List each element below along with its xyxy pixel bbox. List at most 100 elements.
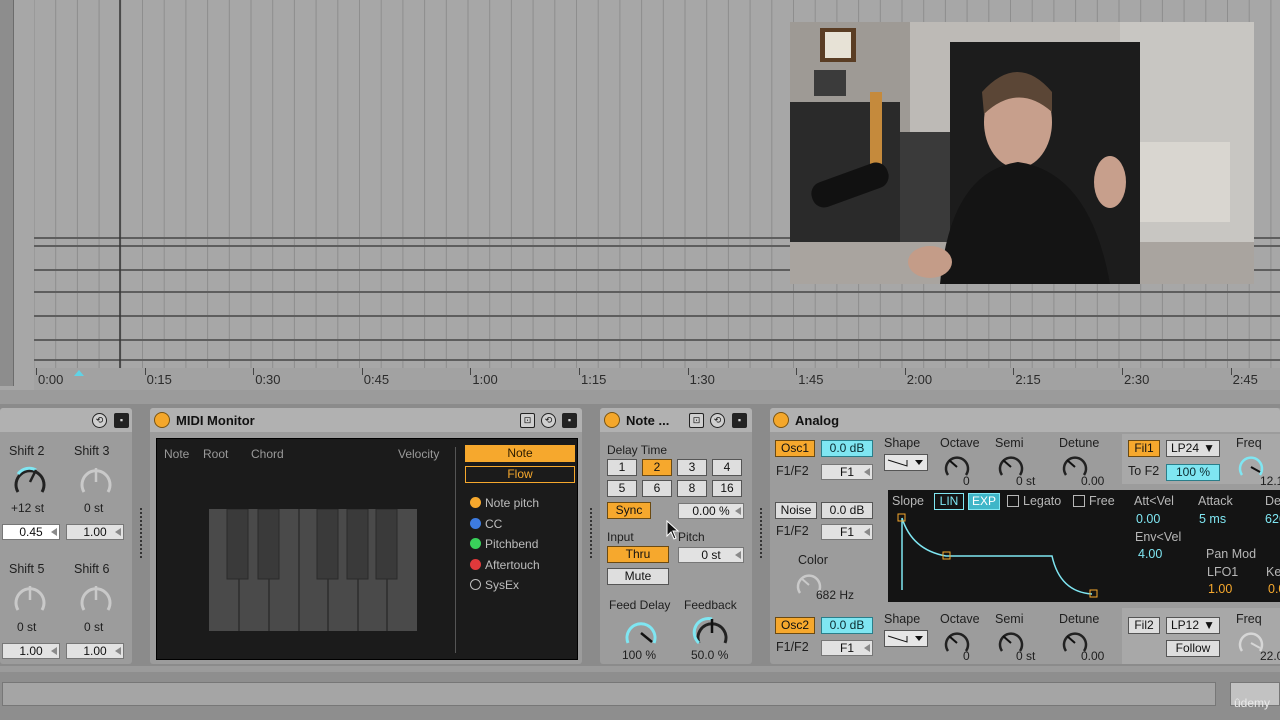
feedback-value: 50.0 % (691, 648, 729, 662)
note-pitch-dot-icon (470, 497, 481, 508)
fil2-type-dropdown[interactable]: LP12 ▼ (1166, 617, 1220, 634)
delay-5-button[interactable]: 5 (607, 480, 637, 497)
device-drag-handle[interactable] (760, 508, 763, 558)
osc2-octave-label: Octave (940, 612, 980, 626)
tab-flow[interactable]: Flow (465, 466, 575, 483)
pitch-value-field[interactable]: 0 st (678, 547, 744, 563)
noise-toggle[interactable]: Noise (775, 502, 817, 519)
shift-device-title-bar[interactable]: ⟲ ▪ (0, 408, 132, 432)
noise-route-field[interactable]: F1 (821, 524, 873, 540)
fil1-toggle[interactable]: Fil1 (1128, 440, 1160, 457)
input-label: Input (607, 530, 634, 544)
fil2-follow-button[interactable]: Follow (1166, 640, 1220, 657)
shift-6-velocity-field[interactable]: 1.00 (66, 643, 124, 659)
analog-device: Analog Osc1 0.0 dB F1/F2 F1 Shape Octave… (770, 408, 1280, 664)
analog-power-icon[interactable] (773, 412, 789, 428)
udemy-watermark: ûdemy (1233, 696, 1270, 710)
feedback-knob[interactable] (692, 614, 732, 652)
arrangement-view[interactable]: 0:00 0:15 0:30 0:45 1:00 1:15 1:30 1:45 2:00 2:15… (0, 0, 1280, 390)
device-drag-handle[interactable] (140, 508, 143, 558)
legato-checkbox[interactable] (1007, 495, 1019, 507)
column-chord: Chord (251, 447, 284, 461)
shift-3-knob[interactable] (76, 462, 116, 502)
osc1-shape-label: Shape (884, 436, 921, 450)
key-value[interactable]: 0.0 (1268, 582, 1280, 596)
fil1-freq-label: Freq (1236, 436, 1262, 450)
delay-3-button[interactable]: 3 (677, 459, 707, 476)
delay-2-button[interactable]: 2 (642, 459, 672, 476)
tab-note[interactable]: Note (465, 445, 575, 462)
shift-5-label: Shift 5 (9, 562, 45, 576)
save-preset-icon[interactable]: ▪ (114, 413, 129, 428)
shift-5-velocity-field[interactable]: 1.00 (2, 643, 60, 659)
delay-16-button[interactable]: 16 (712, 480, 742, 497)
fil2-freq-value: 22.0 (1260, 649, 1280, 663)
osc1-level-field[interactable]: 0.0 dB (821, 440, 873, 457)
mute-button[interactable]: Mute (607, 568, 669, 585)
noise-color-label: Color (798, 553, 828, 567)
free-checkbox[interactable] (1073, 495, 1085, 507)
osc1-route-field[interactable]: F1 (821, 464, 873, 480)
delay-8-button[interactable]: 8 (677, 480, 707, 497)
shift-2-velocity-field[interactable]: 0.45 (2, 524, 60, 540)
delay-6-button[interactable]: 6 (642, 480, 672, 497)
device-drag-handle[interactable] (590, 508, 593, 558)
noise-level-field[interactable]: 0.0 dB (821, 502, 873, 519)
osc1-shape-dropdown[interactable] (884, 454, 928, 471)
column-root: Root (203, 447, 229, 461)
chevron-down-icon: ▼ (1203, 618, 1215, 632)
note-echo-title-bar[interactable]: Note ... ⊡ ⟲ ▪ (600, 408, 752, 432)
time-ruler[interactable]: 0:00 0:15 0:30 0:45 1:00 1:15 1:30 1:45 2:00 2:15… (34, 368, 1280, 390)
shift-6-knob[interactable] (76, 580, 116, 620)
shift-5-knob[interactable] (10, 580, 50, 620)
shift-5-value: 0 st (17, 620, 37, 634)
ruler-tick (36, 368, 37, 375)
env-vel-value[interactable]: 4.00 (1138, 547, 1162, 561)
fil1-to-f2-field[interactable]: 100 % (1166, 464, 1220, 481)
midi-map-icon[interactable]: ⊡ (689, 413, 704, 428)
save-preset-icon[interactable]: ▪ (732, 413, 747, 428)
sync-value-field[interactable]: 0.00 % (678, 503, 744, 519)
osc1-toggle[interactable]: Osc1 (775, 440, 815, 457)
decay-value[interactable]: 626 (1265, 512, 1280, 526)
exp-toggle[interactable]: EXP (968, 493, 1000, 510)
feed-delay-knob[interactable] (621, 614, 661, 652)
att-vel-label: Att<Vel (1134, 494, 1174, 508)
envelope-curve[interactable] (892, 510, 1112, 600)
analog-title-bar[interactable]: Analog (770, 408, 1280, 432)
midi-map-icon[interactable]: ⊡ (520, 413, 535, 428)
osc1-semi-value: 0 st (1016, 474, 1036, 488)
ruler-tick (470, 368, 472, 375)
midi-monitor-power-icon[interactable] (154, 412, 170, 428)
hot-swap-icon[interactable]: ⟲ (541, 413, 556, 428)
track-header-strip[interactable] (0, 0, 14, 386)
lfo1-value[interactable]: 1.00 (1208, 582, 1232, 596)
fil2-toggle[interactable]: Fil2 (1128, 617, 1160, 634)
note-echo-power-icon[interactable] (604, 412, 620, 428)
hot-swap-icon[interactable]: ⟲ (710, 413, 725, 428)
ruler-label: 0:45 (363, 372, 390, 387)
save-preset-icon[interactable]: ▪ (562, 413, 577, 428)
playhead-marker-icon[interactable] (74, 370, 84, 376)
thru-button[interactable]: Thru (607, 546, 669, 563)
attack-value[interactable]: 5 ms (1199, 512, 1226, 526)
osc2-route-field[interactable]: F1 (821, 640, 873, 656)
sync-button[interactable]: Sync (607, 502, 651, 519)
midi-monitor-title-bar[interactable]: MIDI Monitor ⊡ ⟲ ▪ (150, 408, 582, 432)
att-vel-value[interactable]: 0.00 (1136, 512, 1160, 526)
ruler-tick (361, 368, 363, 375)
slope-label: Slope (892, 494, 924, 508)
shift-3-velocity-field[interactable]: 1.00 (66, 524, 124, 540)
shift-2-knob[interactable] (10, 462, 50, 502)
legend-sysex: SysEx (470, 578, 519, 592)
delay-4-button[interactable]: 4 (712, 459, 742, 476)
osc2-level-field[interactable]: 0.0 dB (821, 617, 873, 634)
delay-1-button[interactable]: 1 (607, 459, 637, 476)
osc2-shape-dropdown[interactable] (884, 630, 928, 647)
hot-swap-icon[interactable]: ⟲ (92, 413, 107, 428)
fil1-type-dropdown[interactable]: LP24 ▼ (1166, 440, 1220, 457)
osc2-toggle[interactable]: Osc2 (775, 617, 815, 634)
lin-toggle[interactable]: LIN (934, 493, 964, 510)
horizontal-scrollbar[interactable] (2, 682, 1216, 706)
envelope-display: Slope LIN EXP Legato Free Att<Vel 0.00 A… (888, 490, 1280, 602)
